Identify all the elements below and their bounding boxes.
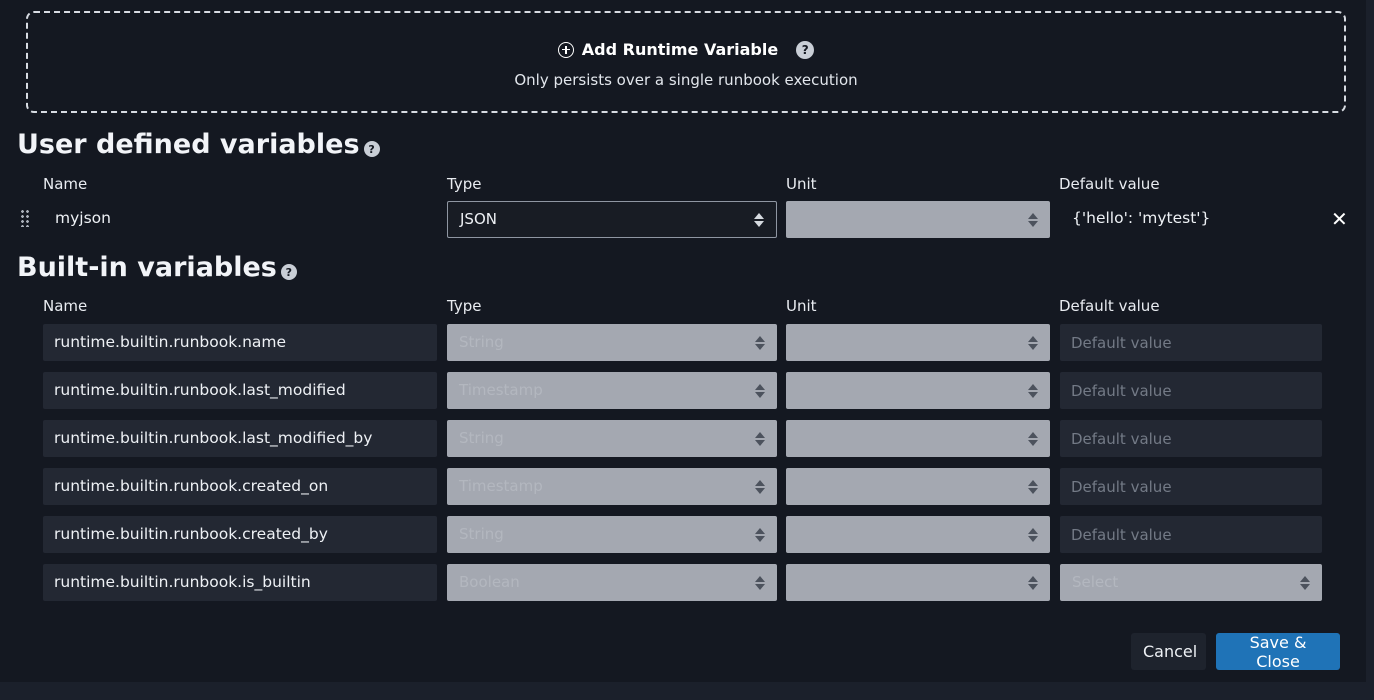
builtin-variable-name: runtime.builtin.runbook.is_builtin — [43, 564, 437, 601]
remove-variable-close-icon[interactable]: ✕ — [1331, 209, 1348, 229]
builtin-type-value: String — [459, 525, 504, 543]
builtin-type-select: Timestamp — [447, 372, 777, 409]
select-arrows-icon — [755, 479, 765, 495]
user-variables-title: User defined variables — [17, 129, 360, 160]
builtin-default-input[interactable] — [1060, 516, 1322, 553]
select-arrows-icon — [755, 431, 765, 447]
builtin-default-input[interactable] — [1060, 372, 1322, 409]
plus-circle-icon — [557, 41, 574, 58]
select-arrows-icon — [1028, 383, 1038, 399]
user-col-unit: Unit — [786, 175, 817, 193]
user-col-default: Default value — [1059, 175, 1160, 193]
add-runtime-variable-dropzone[interactable]: Add Runtime Variable ? Only persists ove… — [26, 11, 1346, 113]
builtin-col-unit: Unit — [786, 297, 817, 315]
save-and-close-button[interactable]: Save & Close — [1216, 633, 1340, 671]
user-variables-heading: User defined variables ? — [17, 131, 380, 158]
select-arrows-icon — [1028, 335, 1038, 351]
builtin-type-select: String — [447, 420, 777, 457]
select-arrows-icon — [1028, 575, 1038, 591]
user-variable-type-value: JSON — [460, 210, 497, 228]
builtin-unit-select — [786, 324, 1050, 361]
builtin-type-value: String — [459, 429, 504, 447]
builtin-type-value: Timestamp — [459, 381, 543, 399]
builtin-type-select: String — [447, 324, 777, 361]
select-arrows-icon — [755, 335, 765, 351]
add-runtime-variable-subtitle: Only persists over a single runbook exec… — [514, 71, 858, 89]
select-arrows-icon — [755, 527, 765, 543]
cancel-button[interactable]: Cancel — [1131, 633, 1206, 670]
help-icon[interactable]: ? — [796, 40, 815, 59]
builtin-col-default: Default value — [1059, 297, 1160, 315]
select-arrows-icon — [1028, 479, 1038, 495]
builtin-col-name: Name — [43, 297, 88, 315]
user-variables-help-icon[interactable]: ? — [363, 141, 380, 157]
builtin-default-input[interactable] — [1060, 468, 1322, 505]
user-col-name: Name — [43, 175, 88, 193]
builtin-variable-name: runtime.builtin.runbook.name — [43, 324, 437, 361]
builtin-unit-select — [786, 516, 1050, 553]
builtin-default-select-value: Select — [1072, 573, 1119, 591]
builtin-variables-help-icon[interactable]: ? — [280, 264, 297, 280]
select-arrows-icon — [1028, 527, 1038, 543]
select-arrows-icon — [754, 212, 764, 228]
builtin-type-value: String — [459, 333, 504, 351]
user-variable-default-value[interactable]: {'hello': 'mytest'} — [1072, 209, 1210, 227]
builtin-default-input[interactable] — [1060, 420, 1322, 457]
select-arrows-icon — [1300, 575, 1310, 591]
user-col-type: Type — [447, 175, 482, 193]
builtin-default-input[interactable] — [1060, 324, 1322, 361]
builtin-type-value: Boolean — [459, 573, 520, 591]
builtin-type-select: String — [447, 516, 777, 553]
runtime-variables-panel: Add Runtime Variable ? Only persists ove… — [0, 0, 1366, 682]
builtin-unit-select — [786, 468, 1050, 505]
user-variable-name[interactable]: myjson — [55, 209, 111, 227]
builtin-variable-name: runtime.builtin.runbook.last_modified — [43, 372, 437, 409]
select-arrows-icon — [1028, 212, 1038, 228]
select-arrows-icon — [755, 383, 765, 399]
user-variable-type-select[interactable]: JSON — [447, 201, 777, 238]
builtin-unit-select — [786, 420, 1050, 457]
add-runtime-variable-title: Add Runtime Variable — [581, 40, 779, 59]
builtin-type-select: Timestamp — [447, 468, 777, 505]
select-arrows-icon — [1028, 431, 1038, 447]
builtin-variables-title: Built-in variables — [17, 252, 277, 283]
builtin-type-value: Timestamp — [459, 477, 543, 495]
drag-handle-icon[interactable] — [20, 209, 30, 227]
builtin-variable-name: runtime.builtin.runbook.created_on — [43, 468, 437, 505]
select-arrows-icon — [755, 575, 765, 591]
add-runtime-variable-row: Add Runtime Variable ? — [28, 40, 1344, 59]
builtin-unit-select — [786, 372, 1050, 409]
builtin-default-select[interactable]: Select — [1060, 564, 1322, 601]
builtin-variable-name: runtime.builtin.runbook.created_by — [43, 516, 437, 553]
user-variable-unit-select[interactable] — [786, 201, 1050, 238]
builtin-variables-heading: Built-in variables ? — [17, 254, 297, 281]
builtin-type-select: Boolean — [447, 564, 777, 601]
builtin-col-type: Type — [447, 297, 482, 315]
builtin-unit-select — [786, 564, 1050, 601]
builtin-variable-name: runtime.builtin.runbook.last_modified_by — [43, 420, 437, 457]
